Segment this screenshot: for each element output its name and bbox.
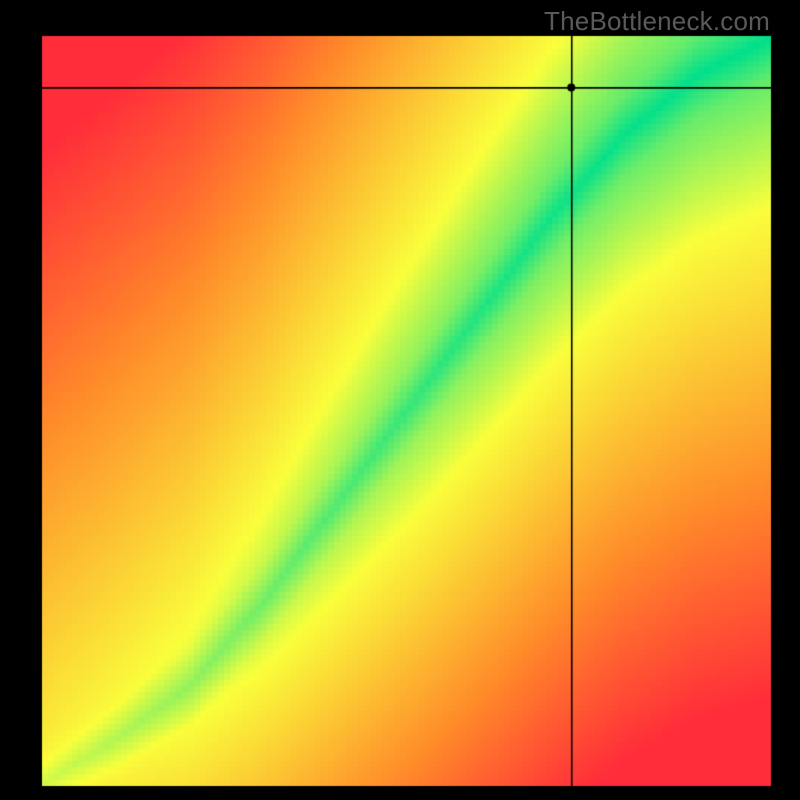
watermark-text: TheBottleneck.com — [544, 6, 770, 37]
chart-container: TheBottleneck.com — [0, 0, 800, 800]
bottleneck-heatmap-canvas — [0, 0, 800, 800]
